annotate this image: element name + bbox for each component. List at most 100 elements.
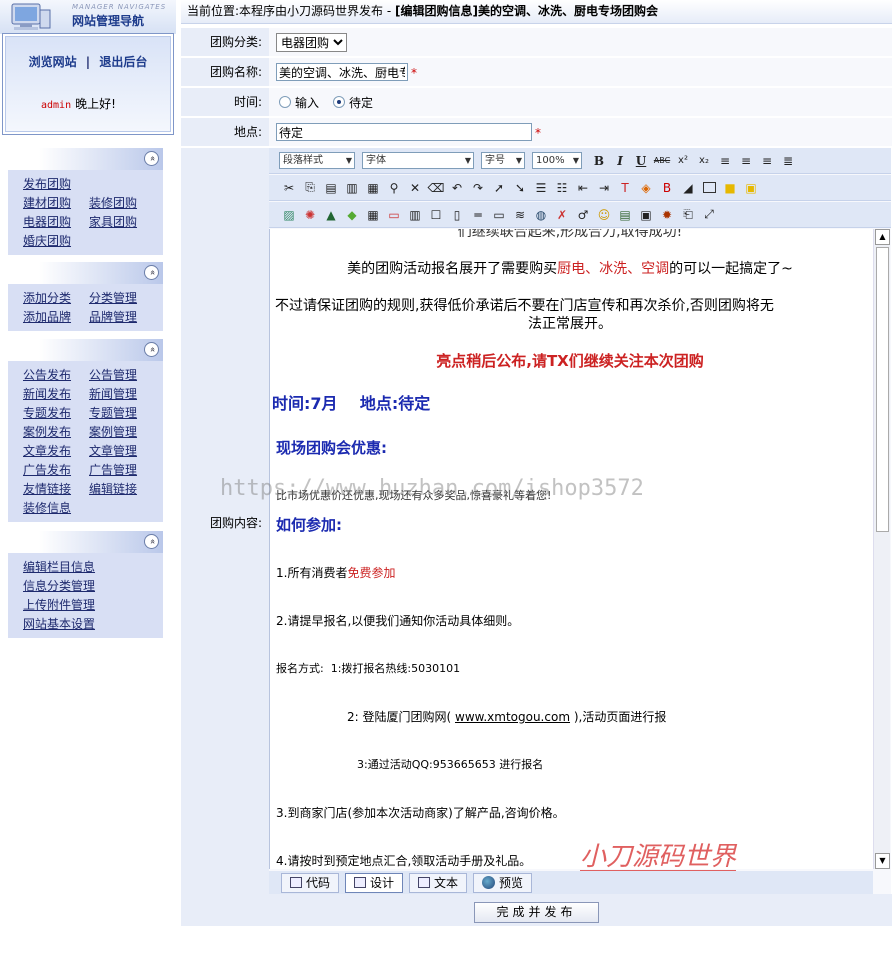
select-all-icon[interactable]: ➘	[510, 178, 530, 198]
editor-content-area[interactable]: 们继续联合起来,形成合力,取得成功! 美的团购活动报名展开了需要购买厨电、冰洗、…	[269, 229, 873, 869]
mode-code-tab[interactable]: 代码	[281, 872, 340, 893]
site-link[interactable]: www.xmtogou.com	[455, 710, 570, 724]
paste-icon[interactable]: ▤	[321, 178, 341, 198]
ordered-list-icon[interactable]: ☰	[531, 178, 551, 198]
select-icon[interactable]: ➚	[489, 178, 509, 198]
format-brush-icon[interactable]: ◢	[678, 178, 698, 198]
emoticon-icon[interactable]: ☺	[594, 205, 614, 225]
subscript-button[interactable]: x₂	[694, 151, 714, 171]
outdent-icon[interactable]: ⇤	[573, 178, 593, 198]
paragraph-style-select[interactable]: 段落样式	[279, 152, 355, 169]
text-color-icon[interactable]: T	[615, 178, 635, 198]
redo-icon[interactable]: ↷	[468, 178, 488, 198]
table-row-icon[interactable]: ▭	[384, 205, 404, 225]
category-select[interactable]: 电器团购	[276, 33, 347, 52]
horizontal-rule-icon[interactable]: ═	[468, 205, 488, 225]
menu-link[interactable]: 装修信息	[23, 499, 89, 518]
highlight-icon[interactable]: ◈	[636, 178, 656, 198]
align-center-icon[interactable]: ≡	[736, 151, 756, 171]
font-size-select[interactable]: 字号	[481, 152, 525, 169]
scroll-thumb[interactable]	[876, 247, 889, 532]
calendar-icon[interactable]: ▣	[636, 205, 656, 225]
find-icon[interactable]: ⚲	[384, 178, 404, 198]
unlink-icon[interactable]: ✗	[552, 205, 572, 225]
menu-link[interactable]: 品牌管理	[89, 308, 155, 327]
name-input[interactable]	[276, 63, 408, 81]
time-option-pending[interactable]: 待定	[333, 95, 373, 110]
publish-button[interactable]: 完成并发布	[474, 902, 599, 923]
menu-link[interactable]: 新闻管理	[89, 385, 155, 404]
globe-link-icon[interactable]: ◍	[531, 205, 551, 225]
table-icon[interactable]: ▦	[363, 205, 383, 225]
excel-icon[interactable]: ▤	[615, 205, 635, 225]
form-icon[interactable]: ☐	[426, 205, 446, 225]
menu-link[interactable]: 友情链接	[23, 480, 89, 499]
paste-word-icon[interactable]: ▦	[363, 178, 383, 198]
menu-link[interactable]: 家具团购	[89, 213, 155, 232]
paste-text-icon[interactable]: ▥	[342, 178, 362, 198]
undo-icon[interactable]: ↶	[447, 178, 467, 198]
input-icon[interactable]: ▭	[489, 205, 509, 225]
collapse-icon[interactable]: «	[144, 151, 159, 166]
unordered-list-icon[interactable]: ☷	[552, 178, 572, 198]
page-break-icon[interactable]: ⎗	[678, 205, 698, 225]
menu-link[interactable]: 文章管理	[89, 442, 155, 461]
mode-text-tab[interactable]: 文本	[409, 872, 468, 893]
symbol-icon[interactable]: ♂	[573, 205, 593, 225]
marquee-icon[interactable]: ≋	[510, 205, 530, 225]
menu-link[interactable]: 公告管理	[89, 366, 155, 385]
collapse-icon[interactable]: «	[144, 342, 159, 357]
browse-site-link[interactable]: 浏览网站	[29, 55, 77, 69]
menu-link[interactable]: 广告发布	[23, 461, 89, 480]
menu-link[interactable]: 电器团购	[23, 213, 89, 232]
cut-icon[interactable]: ✂	[279, 178, 299, 198]
background-color-icon[interactable]: B	[657, 178, 677, 198]
menu-link[interactable]: 公告发布	[23, 366, 89, 385]
collapse-icon[interactable]: «	[144, 265, 159, 280]
layer-icon[interactable]: ■	[720, 178, 740, 198]
align-left-icon[interactable]: ≡	[715, 151, 735, 171]
bug-icon[interactable]: ✹	[657, 205, 677, 225]
menu-link[interactable]: 发布团购	[23, 175, 89, 194]
strikethrough-button[interactable]: ABC	[652, 151, 672, 171]
align-right-icon[interactable]: ≡	[757, 151, 777, 171]
italic-button[interactable]: I	[610, 151, 630, 171]
frame-icon[interactable]	[699, 178, 719, 198]
superscript-button[interactable]: x²	[673, 151, 693, 171]
bold-button[interactable]: B	[589, 151, 609, 171]
copy-icon[interactable]: ⎘	[300, 178, 320, 198]
align-justify-icon[interactable]: ≣	[778, 151, 798, 171]
menu-link[interactable]: 案例发布	[23, 423, 89, 442]
menu-link[interactable]: 添加分类	[23, 289, 89, 308]
time-option-input[interactable]: 输入	[279, 95, 319, 110]
logout-link[interactable]: 退出后台	[99, 55, 147, 69]
zoom-select[interactable]: 100%	[532, 152, 582, 169]
fullscreen-icon[interactable]: ⤢	[699, 205, 719, 225]
menu-link[interactable]: 专题管理	[89, 404, 155, 423]
menu-link[interactable]: 上传附件管理	[23, 596, 143, 615]
menu-link[interactable]: 文章发布	[23, 442, 89, 461]
eraser-icon[interactable]: ⌫	[426, 178, 446, 198]
menu-link[interactable]: 添加品牌	[23, 308, 89, 327]
file-icon[interactable]: ◆	[342, 205, 362, 225]
menu-link[interactable]: 编辑链接	[89, 480, 155, 499]
flash-icon[interactable]: ✺	[300, 205, 320, 225]
menu-link[interactable]: 网站基本设置	[23, 615, 143, 634]
collapse-icon[interactable]: «	[144, 534, 159, 549]
scroll-up-button[interactable]: ▲	[875, 229, 890, 245]
menu-link[interactable]: 新闻发布	[23, 385, 89, 404]
image-icon[interactable]: ▨	[279, 205, 299, 225]
mode-preview-tab[interactable]: 预览	[473, 872, 533, 893]
menu-link[interactable]: 编辑栏目信息	[23, 558, 143, 577]
editor-scrollbar[interactable]: ▲ ▼	[873, 229, 890, 869]
mode-design-tab[interactable]: 设计	[345, 872, 404, 893]
menu-link[interactable]: 专题发布	[23, 404, 89, 423]
place-input[interactable]	[276, 123, 532, 141]
menu-link[interactable]: 装修团购	[89, 194, 155, 213]
scroll-down-button[interactable]: ▼	[875, 853, 890, 869]
textarea-icon[interactable]: ▯	[447, 205, 467, 225]
menu-link[interactable]: 广告管理	[89, 461, 155, 480]
media-icon[interactable]: ▲	[321, 205, 341, 225]
menu-link[interactable]: 案例管理	[89, 423, 155, 442]
menu-link[interactable]: 信息分类管理	[23, 577, 143, 596]
